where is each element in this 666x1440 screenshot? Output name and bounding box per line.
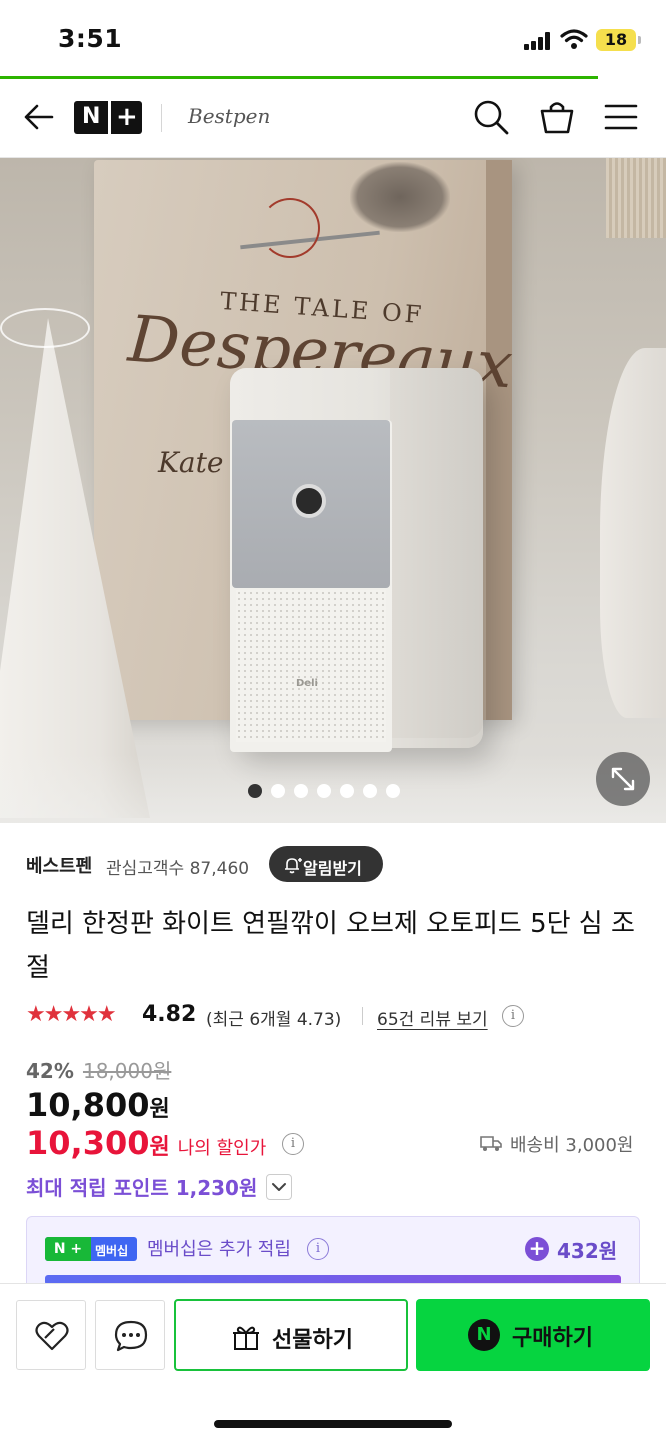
info-icon[interactable]: i [282,1133,304,1155]
points-expand-button[interactable] [266,1174,292,1200]
product-title: 델리 한정판 화이트 연필깎이 오브제 오토피드 5단 심 조절 [26,909,635,983]
naver-plus-logo[interactable]: N + [74,101,142,134]
my-discount-price: 10,300 [26,1124,150,1162]
product-image-carousel[interactable]: THE TALE OF Despereaux Kate Deli [0,158,666,823]
bottom-action-bar: 선물하기 N 구매하기 [0,1283,666,1440]
price-row: 10,800원 [26,1086,170,1124]
rating-divider [362,1007,363,1025]
my-price-label: 나의 할인가 [177,1138,267,1159]
gift-icon [233,1326,259,1350]
gift-label: 선물하기 [272,1328,353,1353]
points-row: 최대 적립 포인트 1,230원 [26,1172,257,1201]
sharpener-grille [236,590,386,742]
my-price-unit: 원 [149,1135,170,1160]
sale-price: 10,800 [26,1086,150,1124]
signal-icon [524,32,552,50]
max-points: 최대 적립 포인트 1,230원 [26,1176,258,1200]
heart-icon [35,1321,69,1351]
page-load-progress [0,76,598,79]
bell-plus-icon [285,858,302,874]
seller-name[interactable]: 베스트펜 [26,852,92,878]
talk-talk-button[interactable] [95,1300,165,1370]
expand-image-button[interactable] [596,752,650,806]
search-icon[interactable] [472,98,510,136]
carousel-dot[interactable] [294,784,308,798]
carousel-dot[interactable] [271,784,285,798]
original-price: 18,000원 [82,1059,172,1083]
menu-icon[interactable] [602,98,640,136]
top-navigation: N + Bestpen [0,80,666,158]
discount-percent: 42% [26,1059,74,1083]
buy-button[interactable]: N 구매하기 [416,1299,650,1371]
back-arrow-icon[interactable] [22,100,56,134]
store-brand-logo[interactable]: Bestpen [188,104,270,128]
expand-icon [611,767,635,791]
follower-count: 관심고객수 87,460 [106,859,250,879]
tassel-prop [606,158,666,238]
recent-rating: (최근 6개월 4.73) [206,1010,342,1030]
wifi-icon [560,29,588,49]
rating-stars: ★★★★★ [26,1002,117,1027]
battery-icon: 18 [596,29,641,51]
discount-row: 42% 18,000원 [26,1055,171,1084]
plus-circle-icon: + [525,1237,549,1261]
carousel-dot[interactable] [248,784,262,798]
membership-badge: N + 멤버십 [45,1237,137,1261]
home-indicator[interactable] [214,1420,452,1428]
chevron-down-icon [272,1183,286,1191]
naver-pay-icon: N [468,1319,500,1351]
mouse-illustration [350,162,450,232]
alarm-label: 알림받기 [303,859,362,878]
membership-points: 432원 [557,1239,618,1263]
device-brand-label: Deli [296,678,318,689]
carousel-dot[interactable] [340,784,354,798]
info-icon[interactable]: i [502,1005,524,1027]
cart-icon[interactable] [538,98,576,136]
carousel-dot[interactable] [363,784,377,798]
pencil-hole [292,484,326,518]
chat-bubble-icon [114,1320,148,1352]
statue-prop [600,348,666,718]
header-divider [161,104,162,132]
logo-letter: N [82,104,101,129]
review-link[interactable]: 65건 리뷰 보기 [377,1005,488,1030]
membership-text: 멤버십은 추가 적립 [147,1239,291,1260]
truck-icon [480,1136,502,1151]
wishlist-button[interactable] [16,1300,86,1370]
gift-button[interactable]: 선물하기 [174,1299,408,1371]
price-unit: 원 [149,1097,170,1122]
rating-value: 4.82 [142,1002,197,1027]
book-author: Kate [158,446,224,479]
shipping-fee: 배송비 3,000원 [510,1135,634,1156]
my-price-row: 10,300원 나의 할인가 [26,1124,266,1164]
carousel-dot[interactable] [317,784,331,798]
carousel-dots [248,784,409,800]
carousel-dot[interactable] [386,784,400,798]
status-time: 3:51 [58,24,123,53]
status-bar: 3:51 18 [0,0,666,80]
buy-label: 구매하기 [512,1326,593,1351]
info-icon[interactable]: i [307,1238,329,1260]
notification-subscribe-button[interactable]: 알림받기 [269,846,383,882]
